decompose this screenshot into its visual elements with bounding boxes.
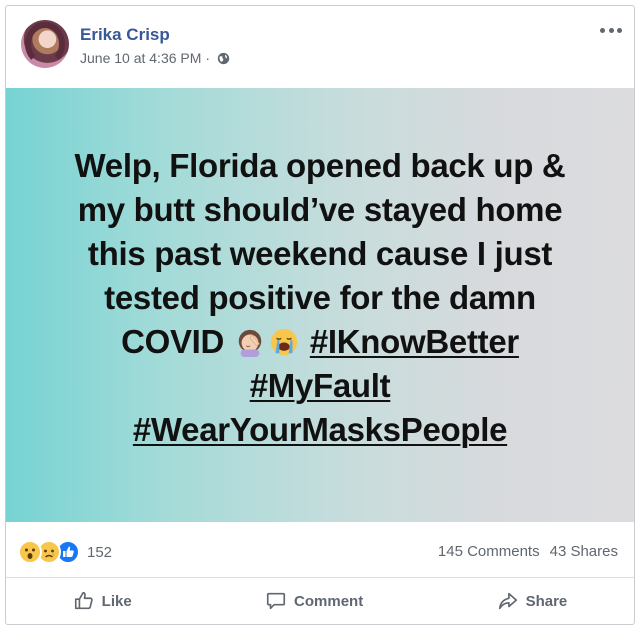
post-text-line: COVID [121,323,225,360]
reaction-stats: 152 145 Comments 43 Shares [6,522,634,578]
like-label: Like [101,592,132,610]
share-label: Share [525,592,568,610]
thumbs-up-icon [74,591,93,610]
post-timestamp[interactable]: June 10 at 4:36 PM [80,50,201,66]
wow-reaction-icon [18,540,42,564]
reaction-summary[interactable]: 152 [18,540,112,564]
share-arrow-icon [498,592,517,610]
woman-facepalming-emoji [238,329,262,357]
post-text-line: this past weekend cause I just [87,235,553,272]
post-card: Erika Crisp June 10 at 4:36 PM · Welp, F… [5,5,635,625]
post-text-line: tested positive for the damn [104,279,536,316]
post-meta: June 10 at 4:36 PM · [80,50,230,66]
comment-count[interactable]: 145 Comments [438,543,540,560]
engagement-counts: 145 Comments 43 Shares [438,543,618,560]
globe-icon[interactable] [217,52,230,65]
comment-label: Comment [294,592,364,610]
loudly-crying-face-emoji [270,328,298,356]
more-options-icon[interactable] [600,26,622,34]
hashtag-link[interactable]: #IKnowBetter [310,323,519,360]
meta-separator: · [205,50,211,66]
comment-button[interactable]: Comment [265,590,363,612]
avatar[interactable] [21,20,69,68]
share-button[interactable]: Share [497,590,568,612]
post-text-line: Welp, Florida opened back up & [74,147,566,184]
reaction-count: 152 [87,543,113,561]
post-background: Welp, Florida opened back up & my butt s… [6,88,634,522]
share-count[interactable]: 43 Shares [550,543,618,560]
hashtag-link[interactable]: #MyFault [250,367,391,404]
post-header: Erika Crisp June 10 at 4:36 PM · [6,6,634,86]
author-name[interactable]: Erika Crisp [80,25,170,45]
like-button[interactable]: Like [73,590,132,612]
post-actions: Like Comment Share [6,578,634,624]
comment-icon [266,592,286,610]
post-text-line: my butt should’ve stayed home [77,191,563,228]
post-text: Welp, Florida opened back up & my butt s… [40,144,600,452]
hashtag-link[interactable]: #WearYourMasksPeople [133,411,508,448]
